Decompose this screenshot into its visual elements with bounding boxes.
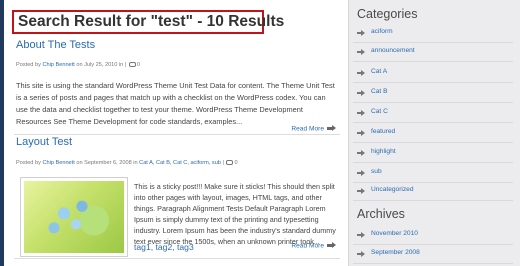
post-thumbnail[interactable]	[20, 177, 128, 257]
post-meta: Posted by Chip Bennett on September 6, 2…	[16, 160, 238, 166]
post-excerpt: This site is using the standard WordPres…	[16, 81, 335, 126]
bullet-arrow-icon	[357, 49, 366, 55]
bullet-arrow-icon	[357, 70, 366, 76]
search-title-highlight: Search Result for "test" - 10 Results	[12, 10, 284, 34]
bullet-arrow-icon	[357, 150, 366, 156]
comment-count[interactable]: 0	[234, 160, 237, 166]
category-item-uncategorized[interactable]: Uncategorized	[353, 182, 513, 201]
author-link[interactable]: Chip Bennett	[42, 62, 74, 68]
read-more-link[interactable]: Read More	[291, 242, 336, 249]
bullet-arrow-icon	[357, 30, 366, 36]
archive-item-november-2010[interactable]: November 2010	[353, 226, 513, 245]
read-more-link[interactable]: Read More	[291, 125, 336, 132]
category-item-highlight[interactable]: highlight	[353, 144, 513, 163]
comment-count[interactable]: 0	[137, 62, 140, 68]
bullet-arrow-icon	[357, 251, 366, 257]
post-meta: Posted by Chip Bennett on July 25, 2010 …	[16, 62, 140, 68]
post-title-about-the-tests[interactable]: About The Tests	[16, 39, 95, 51]
post-divider	[14, 258, 340, 259]
archives-heading: Archives	[357, 207, 405, 221]
comment-icon[interactable]	[128, 62, 136, 68]
category-item-sub[interactable]: sub	[353, 164, 513, 183]
author-link[interactable]: Chip Bennett	[42, 160, 74, 166]
bullet-arrow-icon	[357, 110, 366, 116]
category-links[interactable]: Cat A, Cat B, Cat C, aciform, sub	[139, 160, 221, 166]
arrow-right-icon	[327, 125, 336, 132]
bullet-arrow-icon	[357, 90, 366, 96]
forget-me-not-flower-image	[24, 181, 124, 253]
bullet-arrow-icon	[357, 130, 366, 136]
comment-icon[interactable]	[226, 160, 234, 166]
sidebar: Categories aciform announcement Cat A Ca…	[348, 0, 520, 266]
post-excerpt: This is a sticky post!!! Make sure it st…	[134, 182, 336, 247]
bullet-arrow-icon	[357, 170, 366, 176]
post-divider	[14, 134, 340, 135]
category-item-announcement[interactable]: announcement	[353, 43, 513, 62]
post-tags[interactable]: tag1, tag2, tag3	[134, 242, 194, 252]
category-item-aciform[interactable]: aciform	[353, 24, 513, 43]
category-item-cat-c[interactable]: Cat C	[353, 104, 513, 123]
post-title-layout-test[interactable]: Layout Test	[16, 136, 72, 148]
arrow-right-icon	[327, 242, 336, 249]
search-title: Search Result for "test" - 10 Results	[18, 13, 285, 30]
category-item-cat-b[interactable]: Cat B	[353, 84, 513, 103]
category-item-featured[interactable]: featured	[353, 124, 513, 143]
categories-heading: Categories	[357, 7, 418, 21]
bullet-arrow-icon	[357, 188, 366, 194]
category-item-cat-a[interactable]: Cat A	[353, 64, 513, 83]
main-content: Search Result for "test" - 10 Results Ab…	[4, 0, 342, 266]
bullet-arrow-icon	[357, 232, 366, 238]
archive-item-september-2008[interactable]: September 2008	[353, 245, 513, 264]
